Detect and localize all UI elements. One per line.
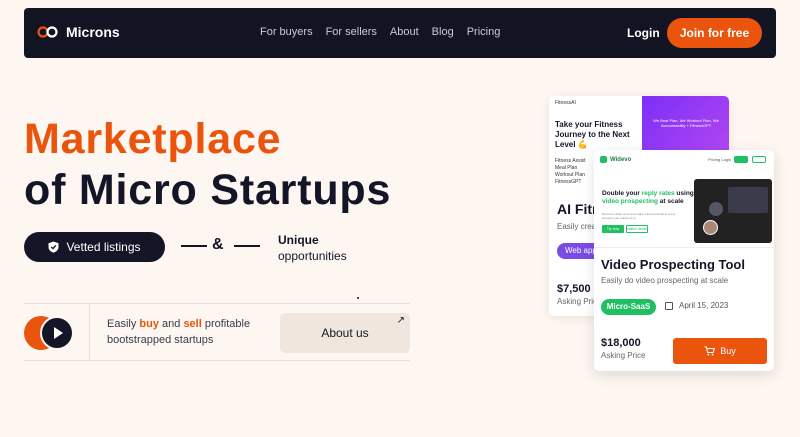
amp-line-right [234,245,260,247]
brand-logo[interactable]: Microns [37,24,120,40]
screenshot-brand: Widevo [600,156,631,163]
screenshot-headline: Double your reply rates using video pros… [602,190,698,206]
login-link[interactable]: Login [627,26,660,40]
feature-item: Meal Plan [555,165,578,171]
screenshot-brand: FitnessAI [555,100,576,106]
join-button[interactable]: Join for free [667,18,762,48]
decor-dot [357,297,359,299]
headline-line-1: Marketplace [24,115,282,163]
nav-link-blog[interactable]: Blog [432,26,454,38]
headline-part: at scale [657,198,684,205]
arrow-up-right-icon: ↗ [396,315,405,326]
category-badge: Micro-SaaS [601,299,656,315]
hero-headline: Marketplace of Micro Startups [24,114,391,216]
listing-card-video[interactable]: Widevo Pricing Login Double your reply r… [594,150,774,371]
tagline-buy: buy [139,318,159,330]
vetted-listings-label: Vetted listings [66,240,141,254]
vetted-listings-pill: Vetted listings [24,232,165,262]
feature-item: FitnessGPT [555,179,582,185]
tagline-sell: sell [183,318,202,330]
play-video-button[interactable] [40,316,74,350]
video-screen [728,187,768,213]
headline-highlight: reply rates [641,190,675,197]
unique-label: Unique [278,233,319,247]
tagline-post: profitable [201,318,251,330]
screenshot-nav-btn [734,156,748,163]
screenshot-brand-name: Widevo [610,156,632,163]
nav-link-about[interactable]: About [390,26,419,38]
about-us-button[interactable]: About us ↗ [280,313,410,353]
listing-subtitle: Easily creat [557,222,599,231]
headline-highlight: video prospecting [602,198,658,205]
listing-price: $7,500 [557,283,591,295]
screenshot-headline: Take your Fitness Journey to the Next Le… [555,120,630,149]
nav-link-pricing[interactable]: Pricing [467,26,501,38]
divider-vertical [89,304,90,360]
purple-panel-text: We Beat Plan, We Workout Plan, We Accoun… [653,118,719,128]
brand-name: Microns [66,24,120,40]
buy-button[interactable]: Buy [673,338,767,364]
calendar-icon [665,301,673,310]
ampersand: & [212,236,224,253]
play-logo-icon [600,156,607,163]
opportunities-label: opportunities [278,249,347,263]
shield-check-icon [48,241,59,253]
asking-price-label: Asking Price [601,351,646,360]
listing-date: April 15, 2023 [665,301,728,310]
listing-title: Video Prospecting Tool [601,257,745,272]
tagline-line-2: bootstrapped startups [107,334,214,346]
video-avatar [703,220,718,235]
video-avatar [709,202,723,216]
headline-part: using [674,190,694,197]
screenshot-cta-secondary: Watch demo [626,225,648,233]
tagline-pre: Easily [107,318,140,330]
buy-label: Buy [720,346,736,356]
listing-subtitle: Easily do video prospecting at scale [601,276,729,285]
tagline: Easily buy and sell profitable bootstrap… [107,316,250,348]
unique-opportunities: Unique opportunities [278,232,347,264]
asking-price-label: Asking Pric [557,297,598,306]
headline-part: Double your [602,190,642,197]
nav-links: For buyers For sellers About Blog Pricin… [260,26,500,38]
cart-icon [704,346,716,356]
nav-link-for-sellers[interactable]: For sellers [326,26,377,38]
screenshot-video-mockup [694,179,772,243]
listing-date-text: April 15, 2023 [679,301,729,310]
about-us-label: About us [321,326,369,340]
divider-bottom [24,360,410,361]
listing-price: $18,000 [601,337,641,349]
feature-item: Fitness Assist [555,158,586,164]
infinity-logo-icon [37,26,58,38]
top-navbar: Microns For buyers For sellers About Blo… [24,8,776,58]
screenshot-cta-primary: Try now [602,225,624,233]
headline-line-2: of Micro Startups [24,166,392,214]
screenshot-nav: Pricing Login [708,157,732,162]
listing-screenshot: Widevo Pricing Login Double your reply r… [594,150,774,248]
nav-link-for-buyers[interactable]: For buyers [260,26,313,38]
tagline-and: and [158,318,184,330]
screenshot-body: Record a video once and make it feel per… [602,212,676,220]
amp-line-left [181,245,207,247]
divider-top [24,303,410,304]
play-icon [53,327,63,339]
screenshot-nav-btn [752,156,766,163]
feature-item: Workout Plan [555,172,585,178]
screenshot-feature-list: Fitness Assist Meal Plan Workout Plan Fi… [555,158,586,186]
